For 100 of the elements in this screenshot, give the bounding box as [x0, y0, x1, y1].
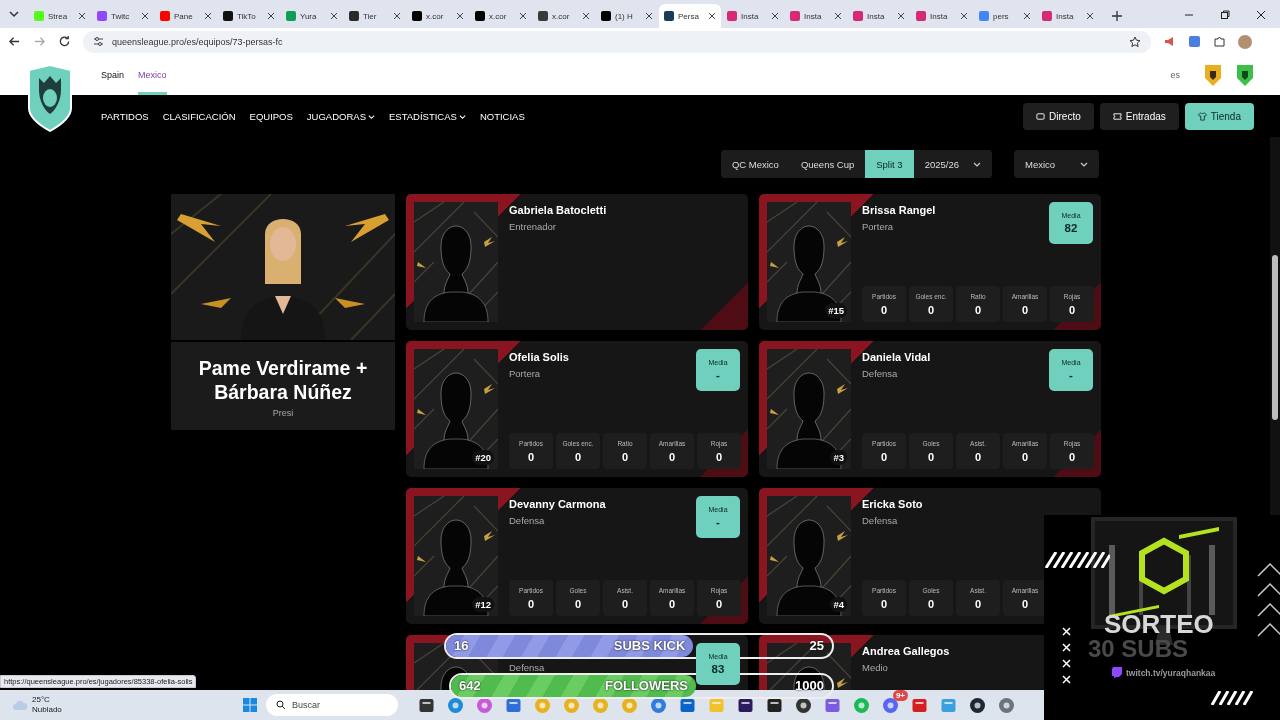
filter-tab[interactable]: Queens Cup	[789, 150, 866, 178]
browser-tab[interactable]: Pane	[155, 4, 217, 28]
player-name: Andrea Gallegos	[862, 645, 950, 658]
megaphone-icon[interactable]	[1163, 35, 1176, 48]
nav-link[interactable]: PARTIDOS	[101, 110, 149, 122]
start-icon[interactable]	[242, 697, 258, 713]
browser-tab[interactable]: x.cor	[407, 4, 469, 28]
search-field[interactable]: Buscar	[266, 694, 398, 716]
reload-icon[interactable]	[58, 35, 71, 48]
site-settings-icon[interactable]	[93, 36, 104, 47]
close-icon[interactable]	[582, 12, 590, 20]
nav-link[interactable]: JUGADORAS	[306, 110, 375, 122]
profile-avatar[interactable]	[1238, 34, 1252, 49]
stat-value: 0	[927, 303, 935, 316]
stat-value: 0	[715, 597, 723, 610]
stat-value: 0	[527, 450, 535, 463]
browser-tab[interactable]: TikTo	[218, 4, 280, 28]
close-icon[interactable]	[771, 12, 779, 20]
stat-value: 0	[880, 450, 888, 463]
header-button[interactable]: Directo	[1023, 102, 1094, 130]
site-icon	[97, 11, 107, 21]
close-icon[interactable]	[393, 12, 401, 20]
new-tab-icon[interactable]	[1110, 9, 1124, 23]
nav-link[interactable]: ESTADÍSTICAS	[388, 110, 466, 122]
nav-link[interactable]: NOTICIAS	[479, 110, 525, 122]
close-icon[interactable]	[1023, 12, 1031, 20]
language-selector[interactable]: es	[1170, 70, 1180, 80]
browser-tab[interactable]: Insta	[848, 4, 910, 28]
browser-tab[interactable]: Persa	[659, 4, 721, 28]
stat-value: 0	[621, 450, 629, 463]
restore-icon[interactable]	[1220, 10, 1230, 20]
goal-target: 25	[809, 638, 824, 653]
filter-tab[interactable]: QC Mexico	[720, 150, 790, 178]
close-icon[interactable]	[708, 12, 716, 20]
goal-label: FOLLOWERS	[604, 678, 688, 693]
browser-tab[interactable]: Tier	[344, 4, 406, 28]
close-icon[interactable]	[1256, 10, 1266, 20]
temperature: 25°C	[32, 695, 51, 705]
stat-value: 0	[574, 450, 582, 463]
nav-link[interactable]: EQUIPOS	[249, 110, 293, 122]
header-button[interactable]: Entradas	[1099, 102, 1179, 130]
player-position: Defensa	[509, 662, 545, 673]
stat-value: 0	[715, 450, 723, 463]
browser-tab[interactable]: Twitc	[92, 4, 154, 28]
caret-icon	[367, 112, 375, 120]
site-icon	[349, 11, 359, 21]
browser-tab[interactable]: Insta	[1037, 4, 1099, 28]
player-position: Medio	[862, 662, 889, 673]
site-icon	[601, 11, 611, 21]
browser-tab[interactable]: Insta	[911, 4, 973, 28]
close-icon[interactable]	[897, 12, 905, 20]
player-name: Daniela Vidal	[862, 351, 931, 364]
chat-bubble-icon	[1112, 667, 1122, 678]
close-icon[interactable]	[645, 12, 653, 20]
caret-icon	[458, 112, 466, 120]
close-icon[interactable]	[267, 12, 275, 20]
header-button[interactable]: Tienda	[1184, 102, 1254, 130]
close-icon[interactable]	[519, 12, 527, 20]
browser-tab[interactable]: Strea	[29, 4, 91, 28]
player-position: Defensa	[509, 515, 546, 526]
browser-tab[interactable]: Yura	[281, 4, 343, 28]
crest-icon[interactable]	[1204, 63, 1222, 87]
channel-handle: twitch.tv/yuraqhankaa	[1126, 667, 1216, 678]
address-bar[interactable]: queensleague.pro/es/equipos/73-persas-fc	[83, 30, 1151, 53]
close-icon[interactable]	[141, 12, 149, 20]
browser-tab[interactable]: Insta	[722, 4, 784, 28]
crest-icon[interactable]	[1236, 63, 1254, 87]
site-icon	[1042, 11, 1052, 21]
scrollbar-thumb[interactable]	[1272, 255, 1278, 420]
browser-tab[interactable]: Insta	[785, 4, 847, 28]
player-position: Portera	[509, 368, 542, 379]
cloud-icon	[12, 699, 28, 711]
close-icon[interactable]	[330, 12, 338, 20]
star-icon[interactable]	[1129, 35, 1141, 48]
filter-tab[interactable]: 2025/26	[913, 150, 992, 178]
player-card[interactable]: Gabriela Batocletti Entrenador	[406, 194, 748, 330]
filter-tab[interactable]: Split 3	[865, 150, 914, 178]
ticket-icon	[1112, 111, 1122, 121]
player-position: Portera	[862, 221, 895, 232]
browser-tab[interactable]: x.cor	[470, 4, 532, 28]
close-icon[interactable]	[456, 12, 464, 20]
site-icon	[223, 11, 233, 21]
search-icon	[276, 700, 286, 710]
close-icon[interactable]	[834, 12, 842, 20]
country-dropdown[interactable]: Mexico	[1014, 150, 1099, 178]
region-tab[interactable]: Spain	[101, 55, 125, 95]
close-icon[interactable]	[78, 12, 86, 20]
nav-link[interactable]: CLASIFICACIÓN	[162, 110, 236, 122]
site-icon	[286, 11, 296, 21]
close-icon[interactable]	[1086, 12, 1094, 20]
site-icon	[664, 11, 674, 21]
close-icon[interactable]	[960, 12, 968, 20]
browser-tab[interactable]: pers	[974, 4, 1036, 28]
browser-tab[interactable]: x.cor	[533, 4, 595, 28]
back-icon[interactable]	[8, 35, 21, 48]
puzzle-icon[interactable]	[1213, 35, 1226, 48]
stat-value: 0	[880, 597, 888, 610]
rating-value: -	[716, 516, 720, 528]
close-icon[interactable]	[204, 12, 212, 20]
browser-tab[interactable]: (1) H	[596, 4, 658, 28]
